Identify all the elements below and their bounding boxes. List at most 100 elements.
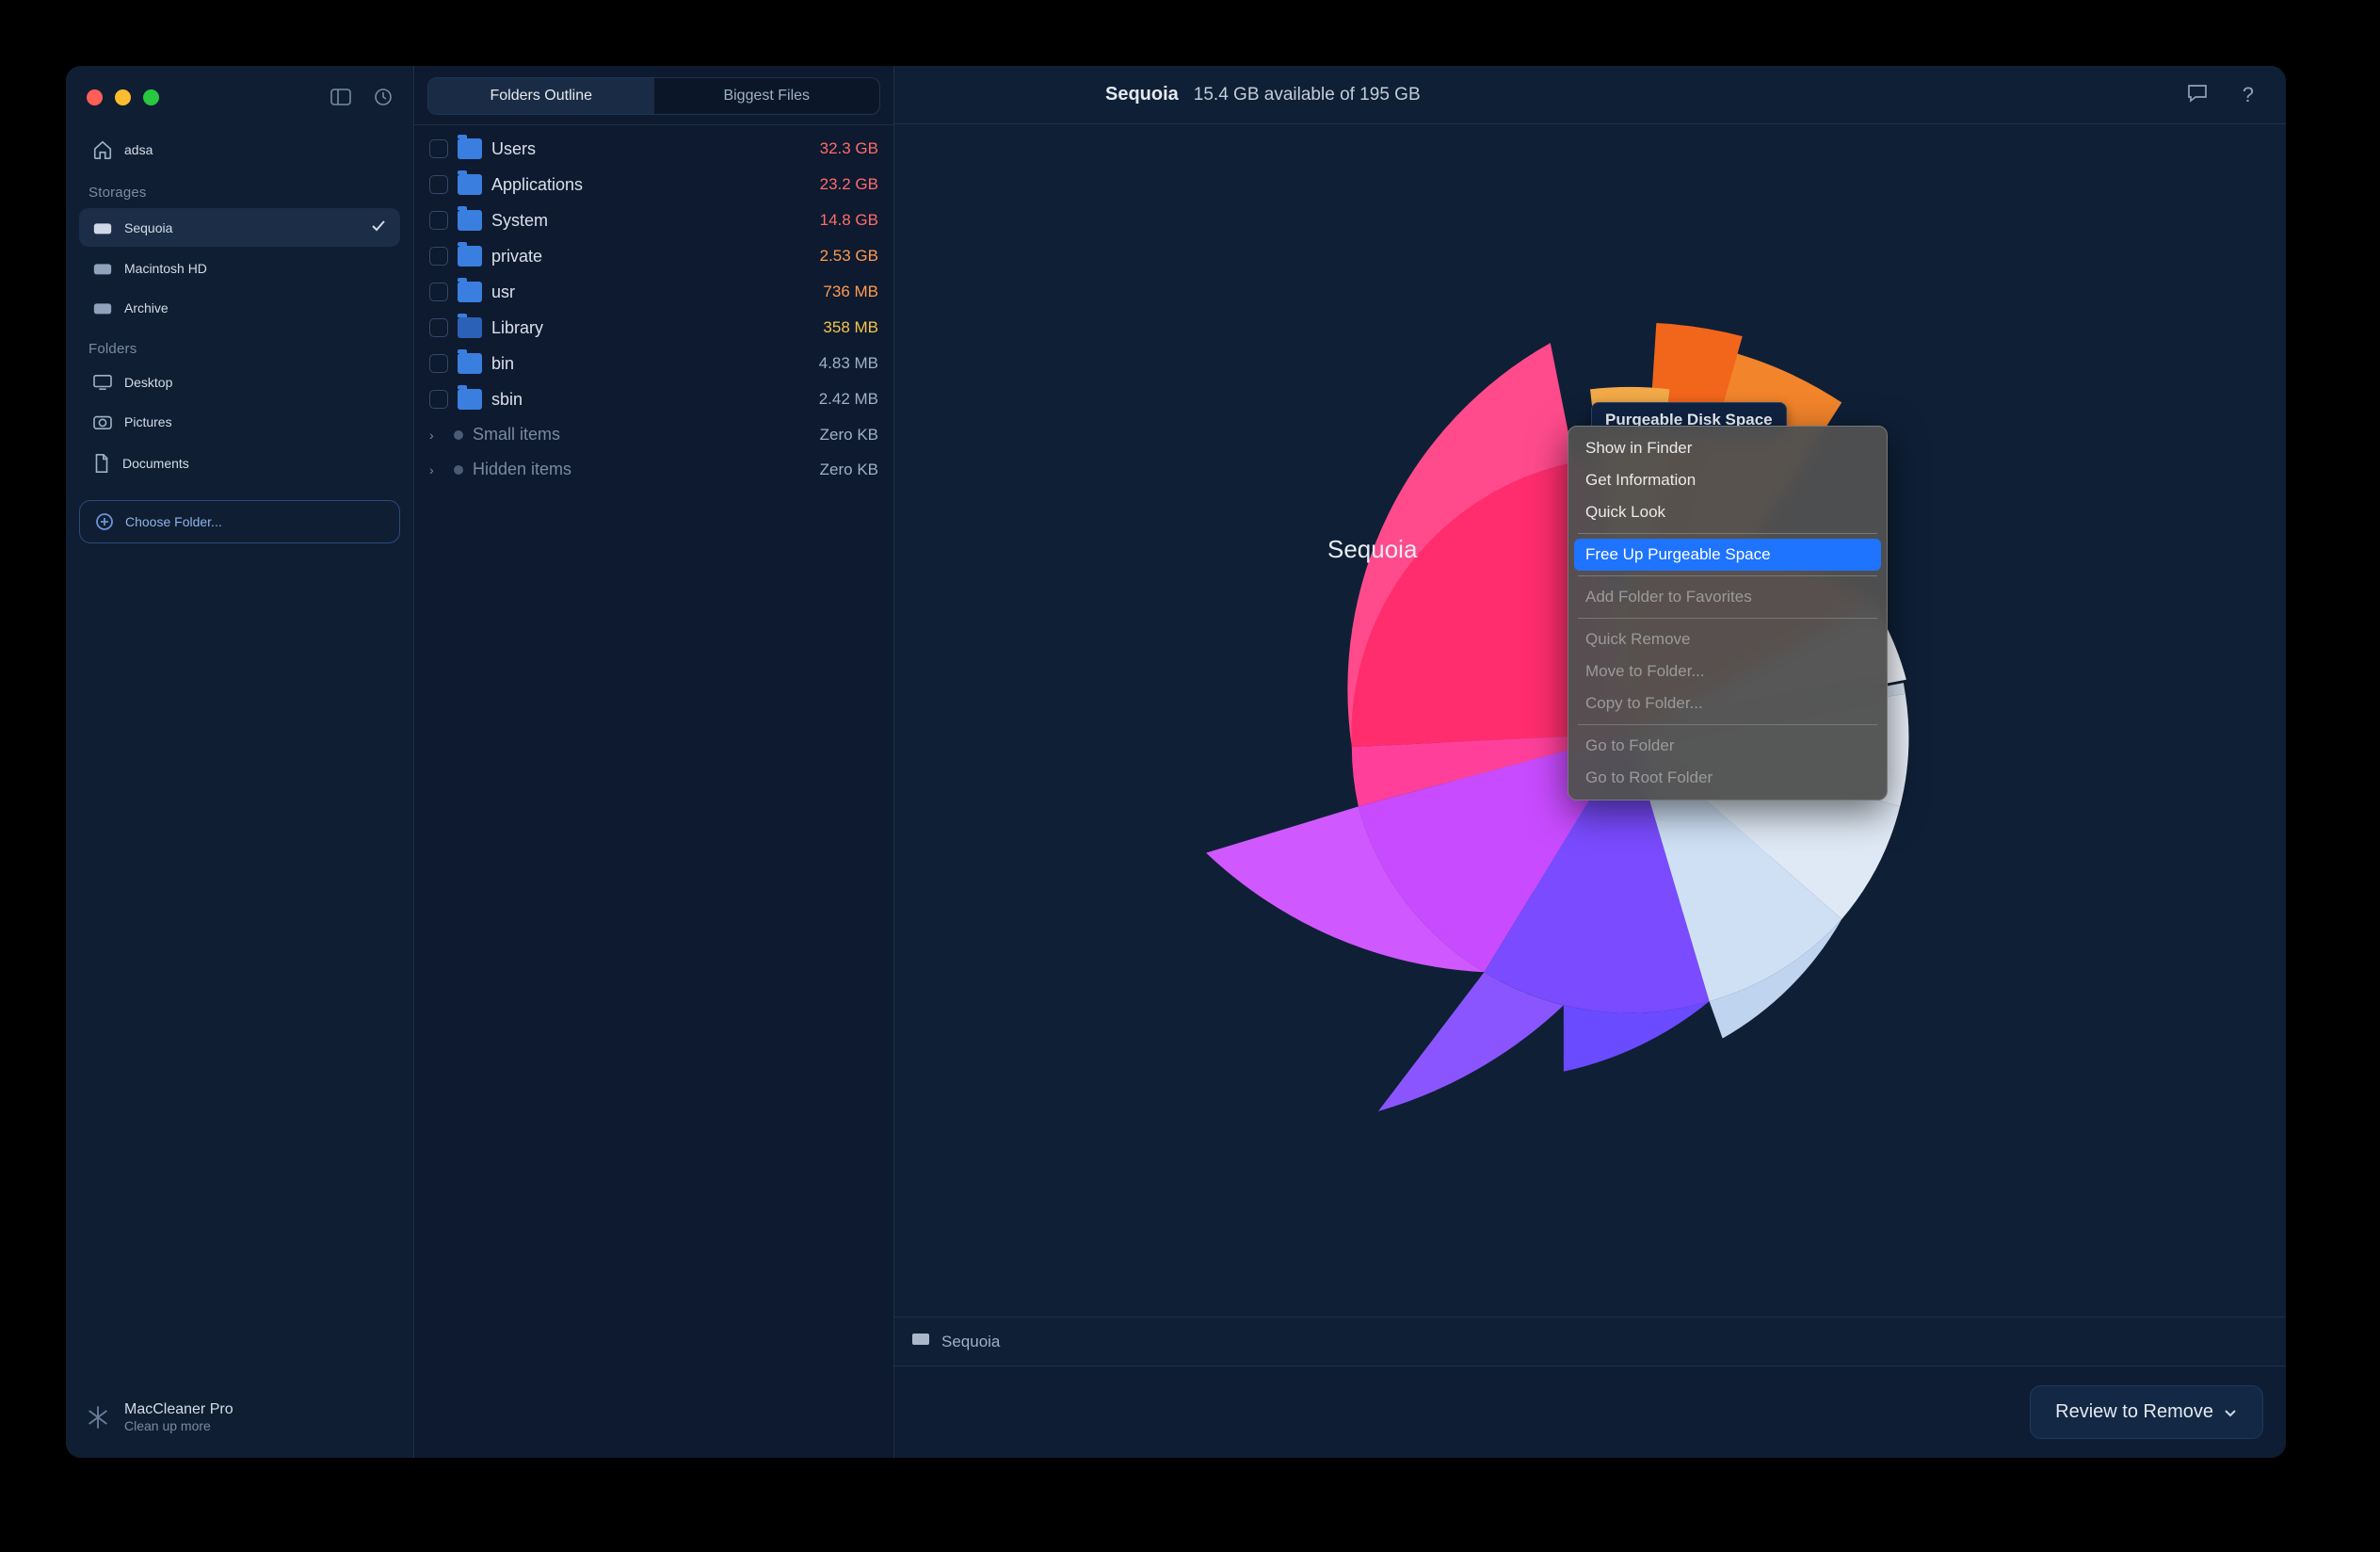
choose-folder-button[interactable]: Choose Folder... xyxy=(79,500,400,543)
volume-name: Sequoia xyxy=(1105,84,1179,105)
folder-row[interactable]: Library358 MB xyxy=(422,310,886,346)
folder-icon xyxy=(458,389,482,410)
folder-size: 23.2 GB xyxy=(784,175,878,194)
tab-folders-outline[interactable]: Folders Outline xyxy=(428,78,654,114)
sidebar-item-desktop[interactable]: Desktop xyxy=(79,364,400,400)
row-checkbox[interactable] xyxy=(429,354,448,373)
folder-name: private xyxy=(491,247,775,267)
folder-name: bin xyxy=(491,354,775,374)
folder-size: 14.8 GB xyxy=(784,211,878,230)
context-menu-item[interactable]: Quick Look xyxy=(1574,496,1881,528)
sidebar-item-documents[interactable]: Documents xyxy=(79,444,400,483)
chevron-right-icon: › xyxy=(429,428,444,443)
main-panel: Sequoia 15.4 GB available of 195 GB ? xyxy=(894,66,2286,1458)
rescan-icon[interactable] xyxy=(366,82,400,112)
row-checkbox[interactable] xyxy=(429,283,448,301)
row-checkbox[interactable] xyxy=(429,318,448,337)
volume-stats: 15.4 GB available of 195 GB xyxy=(1194,85,1421,105)
tab-biggest-files[interactable]: Biggest Files xyxy=(654,78,880,114)
context-menu-item: Add Folder to Favorites xyxy=(1574,581,1881,613)
sidebar-promo[interactable]: MacCleaner Pro Clean up more xyxy=(79,1394,400,1441)
folder-list: Users 32.3 GB Applications23.2 GB System 14.… xyxy=(414,125,893,1458)
row-checkbox[interactable] xyxy=(429,211,448,230)
row-checkbox[interactable] xyxy=(429,175,448,194)
folder-list-panel: Folders Outline Biggest Files Users 32.3 … xyxy=(414,66,894,1458)
path-bar[interactable]: Sequoia xyxy=(894,1317,2286,1366)
sunburst-chart[interactable]: Sequoia Purgeable Disk Space Show in Fin… xyxy=(894,124,2286,1317)
folder-row[interactable]: usr 736 MB xyxy=(422,274,886,310)
context-menu: Show in FinderGet InformationQuick Look F… xyxy=(1568,426,1888,800)
drive-icon xyxy=(911,1331,930,1352)
context-menu-item[interactable]: Get Information xyxy=(1574,464,1881,496)
close-window-button[interactable] xyxy=(87,89,103,105)
fullscreen-window-button[interactable] xyxy=(143,89,159,105)
sidebar-item-label: Documents xyxy=(122,456,189,471)
context-menu-item: Quick Remove xyxy=(1574,623,1881,655)
folder-size: 736 MB xyxy=(784,283,878,301)
folder-name: usr xyxy=(491,283,775,302)
meta-size: Zero KB xyxy=(784,426,878,445)
context-menu-item: Go to Folder xyxy=(1574,730,1881,762)
choose-folder-label: Choose Folder... xyxy=(125,514,222,529)
main-header: Sequoia 15.4 GB available of 195 GB ? xyxy=(894,66,2286,124)
meta-row[interactable]: › Small items Zero KB xyxy=(422,417,886,452)
folder-row[interactable]: bin 4.83 MB xyxy=(422,346,886,381)
folder-row[interactable]: Users 32.3 GB xyxy=(422,131,886,167)
sidebar-item-label: Sequoia xyxy=(124,220,172,235)
main-footer: Review to Remove xyxy=(894,1366,2286,1458)
minimize-window-button[interactable] xyxy=(115,89,131,105)
folder-row[interactable]: Applications23.2 GB xyxy=(422,167,886,202)
sidebar-item-label: Desktop xyxy=(124,375,172,390)
context-menu-item[interactable]: Show in Finder xyxy=(1574,432,1881,464)
folder-size: 4.83 MB xyxy=(784,354,878,373)
feedback-icon[interactable] xyxy=(2177,79,2218,110)
folder-icon xyxy=(458,282,482,302)
meta-name: Small items xyxy=(473,425,775,445)
chevron-down-icon xyxy=(2223,1405,2238,1420)
folder-size: 32.3 GB xyxy=(784,139,878,158)
checkmark-icon xyxy=(370,218,387,237)
bullet-icon xyxy=(454,430,463,440)
sidebar-item-storage-sequoia[interactable]: Sequoia xyxy=(79,208,400,247)
bullet-icon xyxy=(454,465,463,475)
row-checkbox[interactable] xyxy=(429,139,448,158)
titlebar xyxy=(79,79,400,115)
row-checkbox[interactable] xyxy=(429,390,448,409)
context-menu-item: Go to Root Folder xyxy=(1574,762,1881,794)
folder-row[interactable]: System 14.8 GB xyxy=(422,202,886,238)
folder-size: 2.42 MB xyxy=(784,390,878,409)
sidebar-section-folders: Folders xyxy=(79,328,400,363)
review-to-remove-button[interactable]: Review to Remove xyxy=(2030,1385,2263,1439)
promo-subtitle: Clean up more xyxy=(124,1418,233,1433)
sidebar-item-home[interactable]: adsa xyxy=(79,130,400,170)
folder-icon xyxy=(458,246,482,267)
chevron-right-icon: › xyxy=(429,462,444,477)
sidebar-section-storages: Storages xyxy=(79,171,400,206)
sidebar-item-storage-archive[interactable]: Archive xyxy=(79,290,400,326)
meta-name: Hidden items xyxy=(473,460,775,479)
sidebar-item-label: Archive xyxy=(124,300,169,315)
context-menu-item: Copy to Folder... xyxy=(1574,687,1881,719)
sidebar-item-pictures[interactable]: Pictures xyxy=(79,404,400,440)
context-menu-item[interactable]: Free Up Purgeable Space xyxy=(1574,539,1881,571)
row-checkbox[interactable] xyxy=(429,247,448,266)
view-mode-tabs: Folders Outline Biggest Files xyxy=(427,77,880,115)
folder-name: Users xyxy=(491,139,775,159)
promo-title: MacCleaner Pro xyxy=(124,1401,233,1418)
toggle-sidebar-icon[interactable] xyxy=(323,83,359,111)
review-button-label: Review to Remove xyxy=(2055,1401,2213,1423)
meta-row[interactable]: ›Hidden itemsZero KB xyxy=(422,452,886,487)
folder-name: System xyxy=(491,211,775,231)
help-icon[interactable]: ? xyxy=(2233,79,2263,111)
chart-center-label: Sequoia xyxy=(1327,535,1417,564)
context-menu-item: Move to Folder... xyxy=(1574,655,1881,687)
folder-icon xyxy=(458,317,482,338)
sidebar-item-label: Macintosh HD xyxy=(124,261,207,276)
sidebar-item-storage-macintosh-hd[interactable]: Macintosh HD xyxy=(79,251,400,286)
folder-row[interactable]: sbin2.42 MB xyxy=(422,381,886,417)
folder-icon xyxy=(458,210,482,231)
folder-row[interactable]: private2.53 GB xyxy=(422,238,886,274)
sidebar-item-label: Pictures xyxy=(124,414,172,429)
folder-name: Library xyxy=(491,318,775,338)
folder-icon xyxy=(458,353,482,374)
